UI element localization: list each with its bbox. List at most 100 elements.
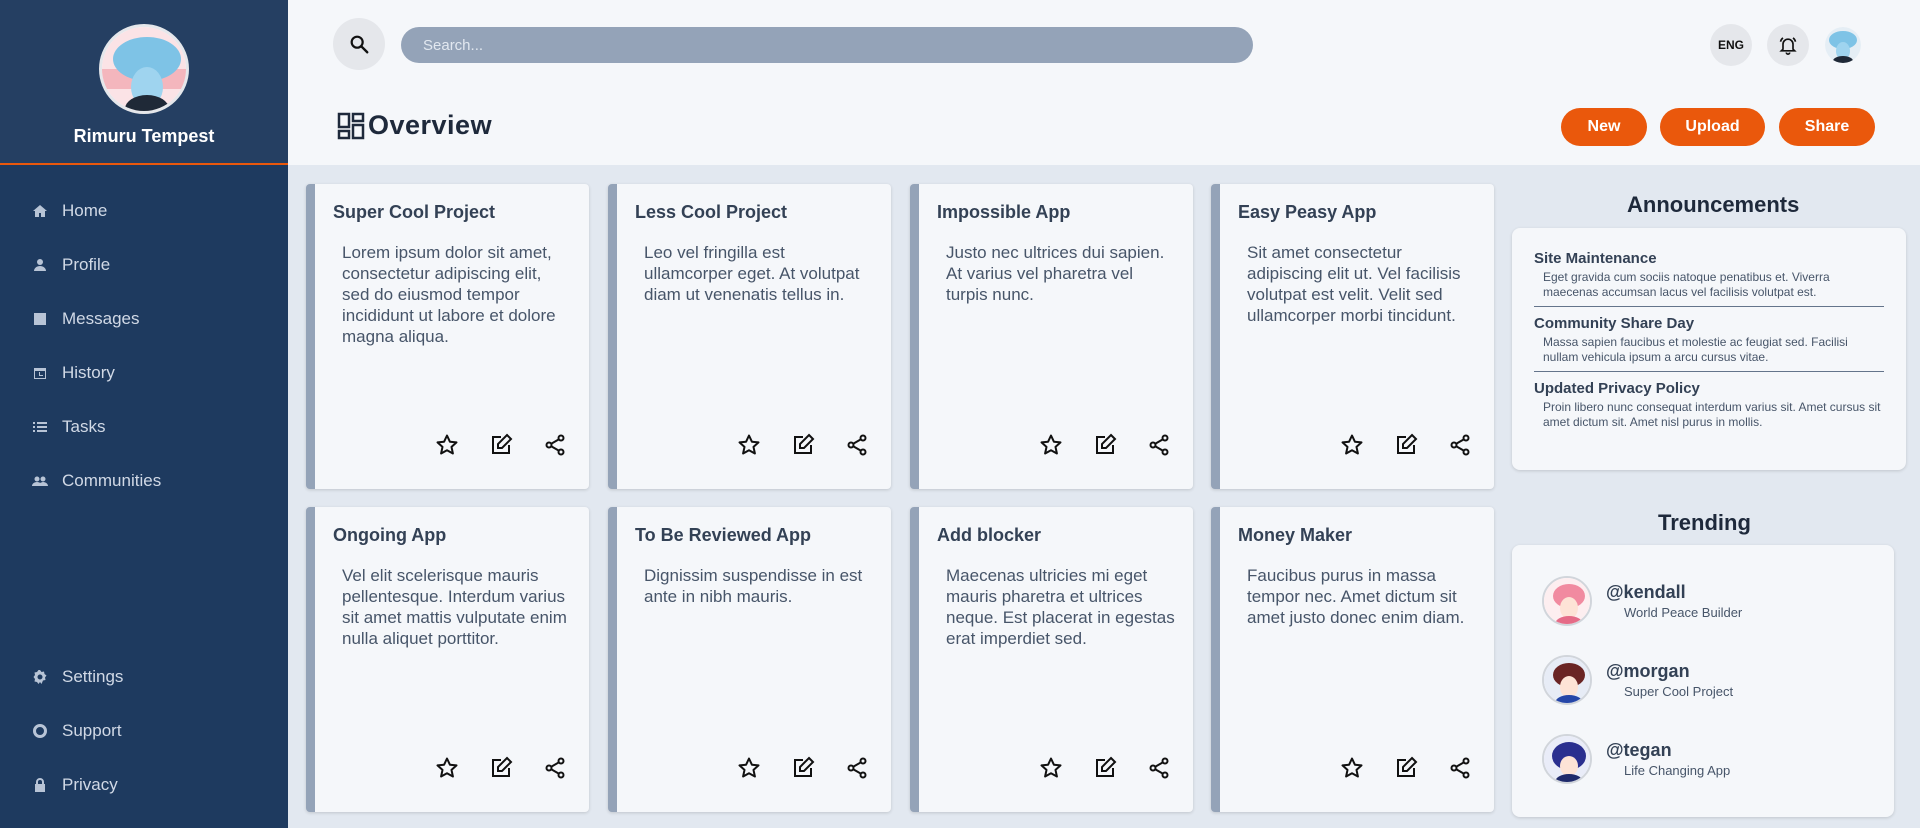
gear-icon [33,670,47,684]
nav-item-history[interactable]: History [0,346,288,400]
trending-handle: @kendall [1606,582,1686,602]
history-icon [34,368,46,379]
project-card[interactable]: Super Cool Project Lorem ipsum dolor sit… [306,184,589,489]
nav-label: Communities [62,471,162,490]
avatar-image [1825,27,1861,63]
announcement-title: Community Share Day [1534,315,1695,332]
nav-item-home[interactable]: Home [0,184,288,238]
card-description: Leo vel fringilla est ullamcorper eget. … [644,243,860,304]
trending-panel: @kendall World Peace Builder @morgan Sup… [1512,545,1894,817]
edit-icon[interactable] [487,754,515,782]
card-actions [1037,431,1173,459]
avatar-image [102,27,186,111]
card-actions [1338,431,1474,459]
nav-item-messages[interactable]: Messages [0,292,288,346]
edit-icon[interactable] [1392,431,1420,459]
trending-project: Life Changing App [1624,763,1731,778]
card-actions [735,754,871,782]
share-icon[interactable] [1145,431,1173,459]
share-icon[interactable] [1145,754,1173,782]
search-button[interactable] [333,18,385,70]
trending-avatar [1542,655,1592,705]
share-icon[interactable] [541,431,569,459]
card-description: Sit amet consectetur adipiscing elit ut.… [1247,243,1461,325]
nav-item-settings[interactable]: Settings [0,650,288,704]
project-card[interactable]: Money Maker Faucibus purus in massa temp… [1211,507,1494,812]
nav-label: Privacy [62,775,118,794]
share-icon[interactable] [1446,754,1474,782]
card-actions [735,431,871,459]
support-icon [33,724,47,738]
nav-item-communities[interactable]: Communities [0,454,288,508]
card-description: Dignissim suspendisse in est ante in nib… [644,566,863,606]
card-title: Add blocker [937,525,1042,545]
sidebar-profile: Rimuru Tempest [0,0,288,165]
star-icon[interactable] [433,431,461,459]
trending-item[interactable]: @kendall World Peace Builder [1542,576,1742,626]
card-title: Money Maker [1238,525,1353,545]
nav-label: Tasks [62,417,106,436]
project-card[interactable]: Easy Peasy App Sit amet consectetur adip… [1211,184,1494,489]
edit-icon[interactable] [1091,754,1119,782]
announcement-item[interactable]: Updated Privacy Policy Proin libero nunc… [1534,380,1884,436]
person-icon [34,259,46,271]
announcement-item[interactable]: Community Share Day Massa sapien faucibu… [1534,315,1884,372]
upload-button[interactable]: Upload [1660,108,1765,146]
share-button[interactable]: Share [1779,108,1875,146]
trending-item[interactable]: @tegan Life Changing App [1542,734,1730,784]
announcements-panel: Site Maintenance Eget gravida cum sociis… [1512,228,1906,470]
header-avatar[interactable] [1825,27,1861,63]
star-icon[interactable] [1037,431,1065,459]
edit-icon[interactable] [487,431,515,459]
edit-icon[interactable] [789,754,817,782]
project-card[interactable]: Ongoing App Vel elit scelerisque mauris … [306,507,589,812]
edit-icon[interactable] [789,431,817,459]
nav-item-support[interactable]: Support [0,704,288,758]
star-icon[interactable] [1338,754,1366,782]
notifications-button[interactable] [1767,24,1809,66]
share-icon[interactable] [1446,431,1474,459]
trending-project: Super Cool Project [1624,684,1734,699]
edit-icon[interactable] [1091,431,1119,459]
card-actions [433,431,569,459]
card-title: Less Cool Project [635,202,788,222]
language-button[interactable]: ENG [1710,24,1752,66]
share-icon[interactable] [843,431,871,459]
star-icon[interactable] [735,431,763,459]
edit-icon[interactable] [1392,754,1420,782]
project-card[interactable]: Impossible App Justo nec ultrices dui sa… [910,184,1193,489]
search-input[interactable] [401,27,1253,63]
group-icon [32,476,48,486]
lock-icon [35,778,45,792]
user-avatar[interactable] [99,24,189,114]
share-icon[interactable] [541,754,569,782]
nav-label: Home [62,201,108,220]
trending-title: Trending [1658,510,1751,535]
inbox-icon [34,313,46,325]
nav-item-profile[interactable]: Profile [0,238,288,292]
nav-item-privacy[interactable]: Privacy [0,758,288,812]
nav-item-tasks[interactable]: Tasks [0,400,288,454]
star-icon[interactable] [1037,754,1065,782]
card-title: To Be Reviewed App [635,525,812,545]
project-card[interactable]: To Be Reviewed App Dignissim suspendisse… [608,507,891,812]
main-nav: Home Profile Messages History Tasks Comm… [0,184,288,508]
announcement-text: Proin libero nunc consequat interdum var… [1543,400,1881,429]
star-icon[interactable] [1338,431,1366,459]
trending-item[interactable]: @morgan Super Cool Project [1542,655,1733,705]
project-card[interactable]: Add blocker Maecenas ultricies mi eget m… [910,507,1193,812]
announcement-title: Site Maintenance [1534,250,1657,267]
new-button[interactable]: New [1561,108,1647,146]
share-icon[interactable] [843,754,871,782]
trending-project: World Peace Builder [1624,605,1743,620]
announcement-item[interactable]: Site Maintenance Eget gravida cum sociis… [1534,250,1884,307]
card-description: Vel elit scelerisque mauris pellentesque… [342,566,567,648]
card-title: Super Cool Project [333,202,496,222]
search-icon [350,35,369,54]
nav-label: History [62,363,115,382]
bell-icon [1779,37,1797,55]
star-icon[interactable] [433,754,461,782]
card-description: Faucibus purus in massa tempor nec. Amet… [1247,566,1465,627]
project-card[interactable]: Less Cool Project Leo vel fringilla est … [608,184,891,489]
star-icon[interactable] [735,754,763,782]
